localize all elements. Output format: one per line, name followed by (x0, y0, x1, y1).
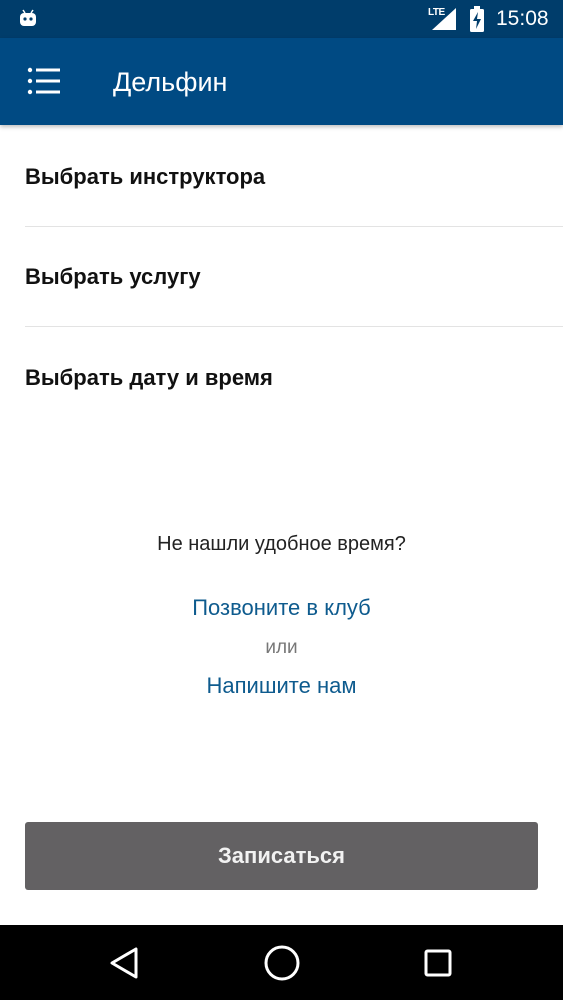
call-club-link[interactable]: Позвоните в клуб (0, 595, 563, 621)
help-question: Не нашли удобное время? (157, 533, 406, 555)
home-icon[interactable] (263, 944, 301, 982)
app-bar: Дельфин (0, 38, 563, 125)
write-us-link[interactable]: Напишите нам (0, 673, 563, 699)
list-menu-icon[interactable] (20, 61, 64, 101)
navigation-bar (0, 925, 563, 1000)
select-instructor-item[interactable]: Выбрать инструктора (25, 127, 563, 227)
book-button[interactable]: Записаться (25, 822, 538, 890)
signal-icon (432, 8, 456, 30)
back-icon[interactable] (108, 946, 140, 980)
select-datetime-item[interactable]: Выбрать дату и время (25, 328, 563, 427)
status-bar: LTE 15:08 (0, 0, 563, 38)
battery-charging-icon (470, 6, 484, 32)
or-separator: или (265, 637, 298, 658)
recent-apps-icon[interactable] (423, 948, 453, 978)
android-robot-icon (20, 9, 36, 26)
select-service-item[interactable]: Выбрать услугу (25, 227, 563, 327)
page-title: Дельфин (113, 67, 228, 97)
status-time: 15:08 (496, 7, 549, 30)
